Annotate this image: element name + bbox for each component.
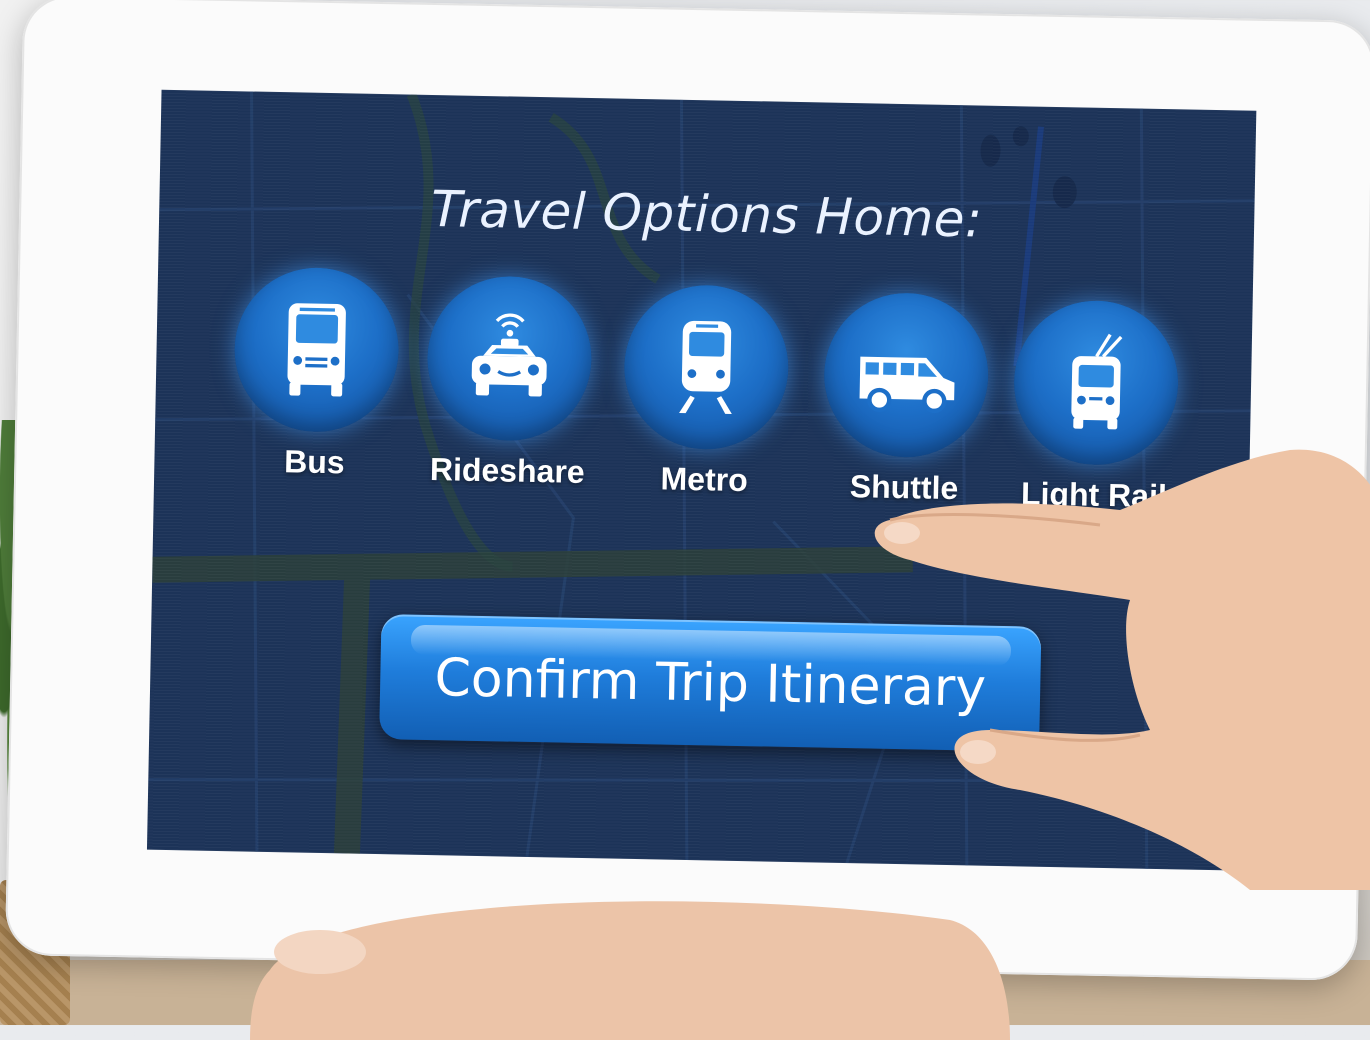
option-label-metro: Metro	[660, 460, 749, 499]
option-bus[interactable]: Bus	[224, 266, 408, 482]
van-icon	[859, 356, 955, 414]
holding-hand	[250, 901, 1010, 1040]
option-label-bus: Bus	[283, 443, 345, 481]
option-rideshare[interactable]: Rideshare	[417, 274, 601, 491]
trolley-icon	[1071, 333, 1123, 430]
train-icon	[679, 320, 732, 414]
bus-button[interactable]	[233, 266, 401, 434]
bus-icon	[287, 303, 346, 397]
pointing-hand	[874, 449, 1370, 890]
option-label-rideshare: Rideshare	[429, 451, 585, 490]
rideshare-button[interactable]	[425, 274, 594, 443]
metro-button[interactable]	[622, 283, 790, 451]
car-icon	[471, 313, 547, 397]
option-metro[interactable]: Metro	[614, 283, 798, 500]
